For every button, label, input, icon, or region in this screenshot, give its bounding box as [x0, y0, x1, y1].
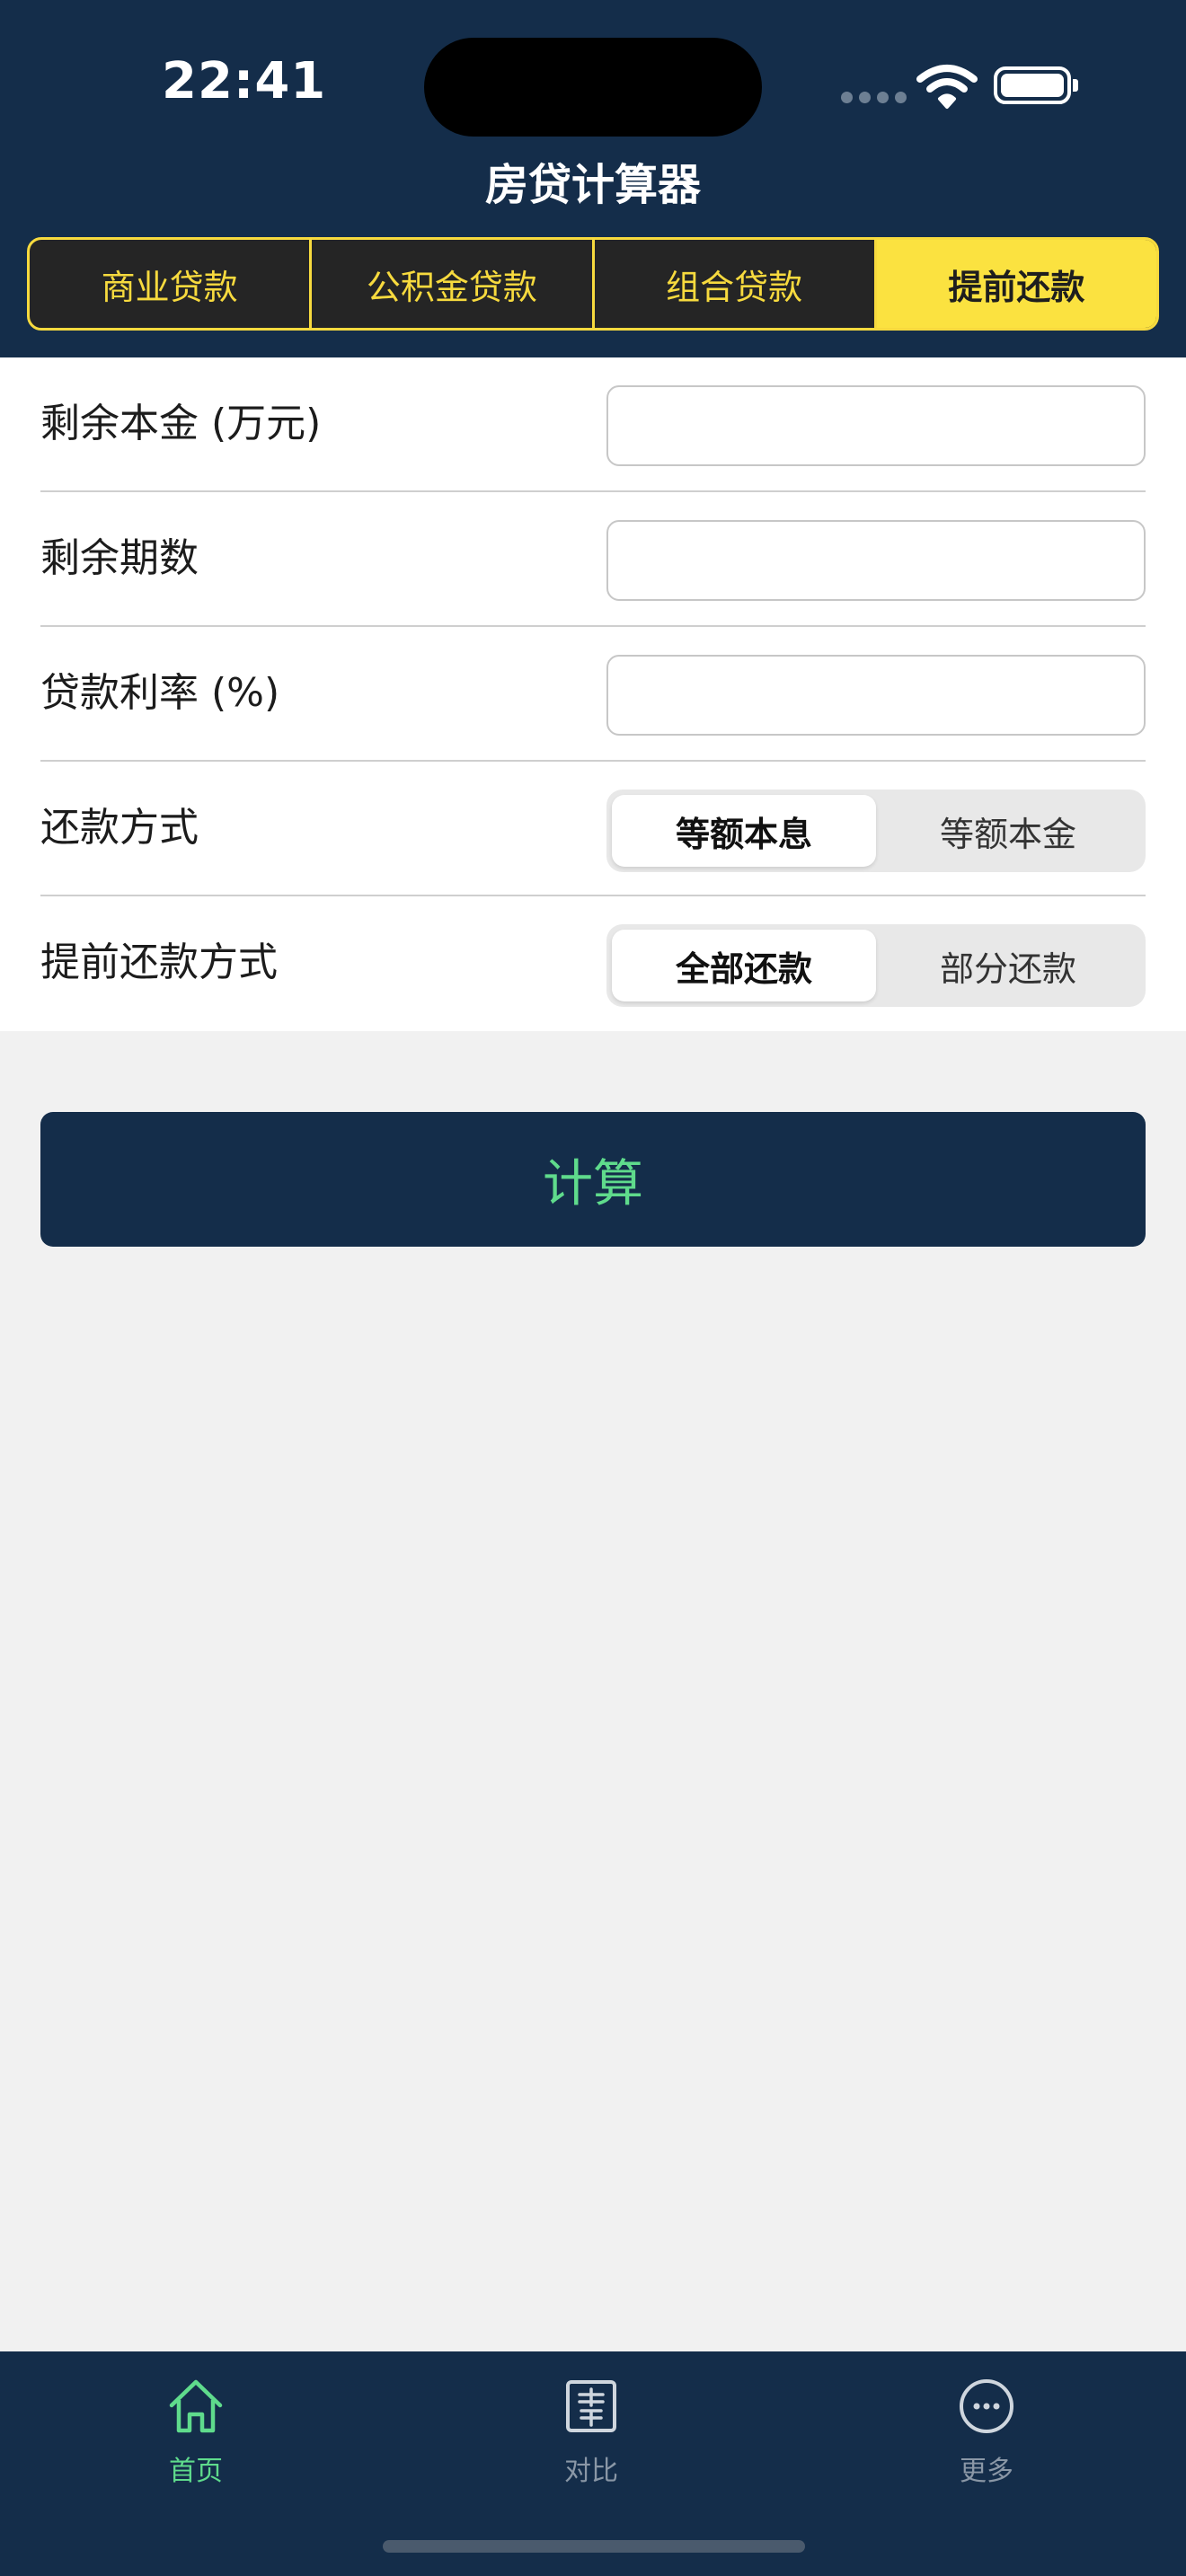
compare-icon	[566, 2380, 616, 2432]
page-title: 房贷计算器	[484, 160, 701, 210]
bottom-tab-compare[interactable]: 对比	[501, 2375, 681, 2488]
segment-equal-principal[interactable]: 等额本金	[876, 795, 1140, 867]
tab-provident-fund-loan[interactable]: 公积金贷款	[312, 240, 595, 328]
form-row-remaining-periods: 剩余期数	[40, 492, 1146, 627]
form-row-prepay-method: 提前还款方式 全部还款 部分还款	[40, 896, 1146, 1031]
segment-equal-installment[interactable]: 等额本息	[612, 795, 876, 867]
bottom-tab-more-label: 更多	[960, 2456, 1013, 2487]
tab-combined-loan[interactable]: 组合贷款	[595, 240, 877, 328]
bottom-tab-home[interactable]: 首页	[106, 2375, 286, 2488]
tab-label: 商业贷款	[101, 267, 238, 307]
interest-rate-label: 贷款利率 (%)	[40, 670, 280, 716]
battery-icon	[994, 66, 1078, 104]
calculate-button[interactable]: 计算	[40, 1112, 1146, 1247]
more-icon	[960, 2379, 1013, 2433]
form-row-interest-rate: 贷款利率 (%)	[40, 627, 1146, 762]
prepayment-form: 剩余本金 (万元) 剩余期数 贷款利率 (%) 还款方式 等额本息 等额本金 提…	[0, 357, 1186, 1031]
home-indicator	[383, 2540, 805, 2553]
tab-prepayment[interactable]: 提前还款	[876, 240, 1156, 328]
remaining-principal-label: 剩余本金 (万元)	[40, 401, 322, 446]
dynamic-island	[424, 38, 762, 137]
status-time: 22:41	[162, 52, 327, 110]
prepay-method-label: 提前还款方式	[40, 940, 278, 985]
bottom-tab-home-label: 首页	[169, 2456, 223, 2487]
prepay-method-segmented-control: 全部还款 部分还款	[606, 924, 1146, 1007]
tab-label: 组合贷款	[666, 267, 803, 307]
interest-rate-input[interactable]	[606, 655, 1146, 736]
home-icon	[169, 2379, 223, 2433]
tab-label: 公积金贷款	[366, 267, 537, 307]
repayment-method-label: 还款方式	[40, 805, 199, 851]
remaining-principal-input[interactable]	[606, 385, 1146, 466]
form-row-remaining-principal: 剩余本金 (万元)	[40, 357, 1146, 492]
wifi-icon	[916, 65, 978, 109]
bottom-tab-more[interactable]: 更多	[897, 2375, 1076, 2488]
repayment-method-segmented-control: 等额本息 等额本金	[606, 790, 1146, 872]
header: 22:41 房贷计算器 商业贷款 公积金贷款 组合贷款 提前还款	[0, 0, 1186, 357]
remaining-periods-input[interactable]	[606, 520, 1146, 601]
tab-commercial-loan[interactable]: 商业贷款	[30, 240, 313, 328]
segment-full-repayment[interactable]: 全部还款	[612, 930, 876, 1001]
bottom-tab-compare-label: 对比	[564, 2456, 618, 2487]
tab-label: 提前还款	[948, 267, 1085, 307]
loan-type-tabs: 商业贷款 公积金贷款 组合贷款 提前还款	[27, 237, 1159, 331]
calculate-button-label: 计算	[543, 1154, 643, 1213]
remaining-periods-label: 剩余期数	[40, 535, 199, 581]
segment-partial-repayment[interactable]: 部分还款	[876, 930, 1140, 1001]
form-row-repayment-method: 还款方式 等额本息 等额本金	[40, 762, 1146, 896]
